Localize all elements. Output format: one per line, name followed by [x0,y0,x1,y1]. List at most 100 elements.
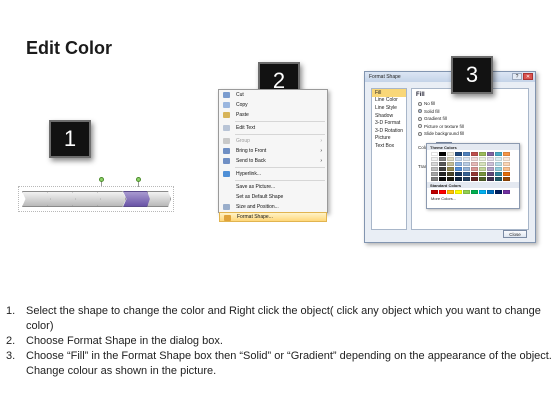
color-swatch[interactable] [455,162,462,166]
color-swatch[interactable] [463,172,470,176]
fill-option-solid-fill[interactable]: Solid fill [418,109,440,114]
color-swatch[interactable] [431,172,438,176]
color-swatch[interactable] [447,190,454,194]
color-swatch[interactable] [487,162,494,166]
menu-item-paste[interactable]: Paste [219,110,327,120]
menu-item-size-and-position[interactable]: Size and Position... [219,202,327,212]
color-swatch[interactable] [463,157,470,161]
color-swatch[interactable] [463,152,470,156]
color-swatch[interactable] [431,162,438,166]
nav-item-line-style[interactable]: Line Style [372,104,406,112]
color-swatch[interactable] [503,190,510,194]
color-swatch[interactable] [471,177,478,181]
radio-button-icon[interactable] [418,101,422,106]
color-swatch[interactable] [503,157,510,161]
color-swatch[interactable] [487,152,494,156]
fill-option-no-fill[interactable]: No fill [418,101,435,106]
menu-item-bring-to-front[interactable]: Bring to Front › [219,146,327,156]
color-swatch[interactable] [447,152,454,156]
color-swatch[interactable] [431,157,438,161]
color-swatch[interactable] [439,162,446,166]
color-swatch[interactable] [503,162,510,166]
menu-item-group[interactable]: Group › [219,136,327,146]
chevron-shape-selected[interactable] [123,191,152,207]
color-swatch[interactable] [479,190,486,194]
menu-item-save-as-picture[interactable]: Save as Picture... [219,182,327,192]
radio-button-icon[interactable] [418,116,422,121]
chevron-shape[interactable] [72,191,101,207]
nav-item-3-d-rotation[interactable]: 3-D Rotation [372,127,406,135]
menu-item-hyperlink[interactable]: Hyperlink... [219,169,327,179]
color-swatch[interactable] [455,152,462,156]
color-swatch[interactable] [447,167,454,171]
color-swatch[interactable] [495,162,502,166]
color-swatch[interactable] [431,167,438,171]
color-swatch[interactable] [455,157,462,161]
color-swatch[interactable] [439,172,446,176]
color-swatch[interactable] [503,167,510,171]
color-swatch[interactable] [495,177,502,181]
color-swatch[interactable] [495,190,502,194]
fill-option-gradient-fill[interactable]: Gradient fill [418,116,447,121]
color-swatch[interactable] [447,177,454,181]
color-swatch[interactable] [479,157,486,161]
color-swatch[interactable] [495,157,502,161]
color-swatch[interactable] [439,190,446,194]
nav-item-picture[interactable]: Picture [372,135,406,143]
more-colors-link[interactable]: More Colors... [427,196,519,201]
nav-item-shadow[interactable]: Shadow [372,112,406,120]
color-swatch[interactable] [431,152,438,156]
color-swatch[interactable] [463,162,470,166]
color-swatch[interactable] [503,152,510,156]
menu-item-send-to-back[interactable]: Send to Back › [219,156,327,166]
nav-item-fill[interactable]: Fill [372,89,406,97]
color-swatch[interactable] [487,172,494,176]
color-swatch[interactable] [439,157,446,161]
color-swatch[interactable] [487,177,494,181]
menu-item-format-shape[interactable]: Format Shape... [219,212,327,222]
radio-button-icon[interactable] [418,131,422,136]
color-swatch[interactable] [471,167,478,171]
close-button[interactable]: Close [503,230,527,238]
color-swatch[interactable] [479,162,486,166]
rotation-handle-right[interactable] [136,177,141,182]
color-swatch[interactable] [439,152,446,156]
color-swatch[interactable] [495,152,502,156]
color-swatch[interactable] [479,172,486,176]
menu-item-edit-text[interactable]: Edit Text [219,123,327,133]
chevron-shape[interactable] [22,191,51,207]
chevron-shape[interactable] [97,191,126,207]
rotation-handle-left[interactable] [99,177,104,182]
nav-item-line-color[interactable]: Line Color [372,97,406,105]
color-swatch[interactable] [495,167,502,171]
color-swatch[interactable] [479,177,486,181]
color-swatch[interactable] [447,157,454,161]
color-swatch[interactable] [439,167,446,171]
color-swatch[interactable] [471,190,478,194]
color-swatch[interactable] [479,152,486,156]
color-swatch[interactable] [431,177,438,181]
menu-item-cut[interactable]: Cut [219,90,327,100]
color-swatch[interactable] [471,157,478,161]
color-swatch[interactable] [471,162,478,166]
color-swatch[interactable] [487,157,494,161]
color-swatch[interactable] [471,172,478,176]
color-swatch[interactable] [455,177,462,181]
radio-button-icon[interactable] [418,109,422,113]
color-swatch[interactable] [479,167,486,171]
color-swatch[interactable] [471,152,478,156]
fill-option-slide-background-fill[interactable]: Slide background fill [418,131,464,136]
close-icon[interactable]: ✕ [523,73,533,80]
help-icon[interactable]: ? [512,73,522,80]
color-swatch[interactable] [487,167,494,171]
color-swatch[interactable] [455,172,462,176]
chevron-shape[interactable] [47,191,76,207]
color-swatch[interactable] [463,190,470,194]
nav-item-text-box[interactable]: Text Box [372,142,406,150]
color-swatch[interactable] [503,172,510,176]
fill-option-picture-or-texture-fill[interactable]: Picture or texture fill [418,124,464,129]
dialog-title-bar[interactable]: Format Shape [365,72,535,82]
color-swatch[interactable] [463,167,470,171]
color-swatch[interactable] [503,177,510,181]
nav-item-3-d-format[interactable]: 3-D Format [372,119,406,127]
